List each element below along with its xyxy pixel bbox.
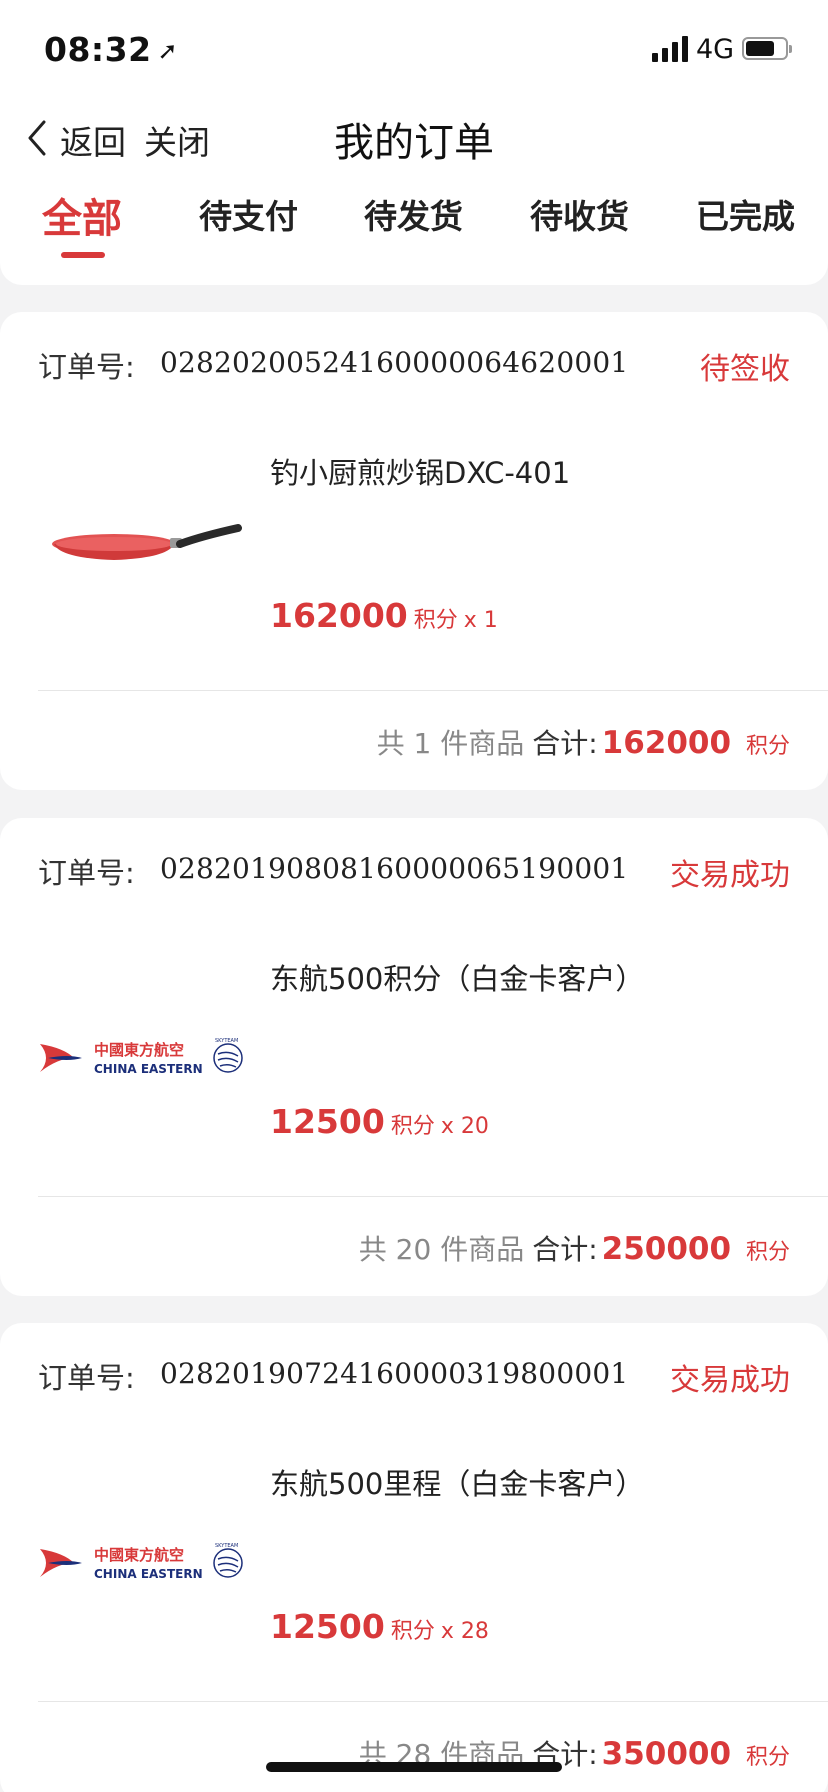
logo-skyteam-text: SKYTEAM bbox=[215, 1543, 238, 1549]
divider bbox=[38, 1701, 828, 1702]
order-summary: 共 1 件商品 合计: 162000 积分 bbox=[377, 722, 790, 762]
tab-pending-receipt[interactable]: 待收货 bbox=[530, 190, 629, 238]
order-status: 交易成功 bbox=[670, 1363, 790, 1398]
divider bbox=[38, 690, 828, 691]
battery-icon bbox=[742, 37, 792, 60]
unit-price: 162000 bbox=[270, 596, 408, 635]
logo-cn-text: 中國東方航空 bbox=[94, 1546, 184, 1564]
product-name[interactable]: 东航500积分（白金卡客户） bbox=[270, 956, 644, 998]
order-number: 02820190808160000065190001 bbox=[160, 852, 629, 885]
item-count: 共 1 件商品 bbox=[376, 727, 525, 760]
unit-price: 12500 bbox=[270, 1607, 385, 1646]
status-bar: 08:32 ➚ 4G bbox=[0, 0, 828, 100]
item-count: 共 20 件商品 bbox=[358, 1233, 525, 1266]
price-unit: 积分 bbox=[413, 608, 458, 633]
order-card[interactable]: 订单号: 02820190808160000065190001 交易成功 中國東… bbox=[0, 818, 828, 1296]
location-arrow-icon: ➚ bbox=[157, 37, 179, 65]
total-unit: 积分 bbox=[745, 1240, 790, 1265]
page-header: 返回 关闭 我的订单 全部 待支付 待发货 待收货 已完成 bbox=[0, 100, 828, 285]
total-amount: 250000 bbox=[601, 1231, 732, 1267]
total-label: 合计: bbox=[532, 1233, 598, 1266]
order-number-label: 订单号: bbox=[38, 856, 135, 890]
signal-icon bbox=[652, 36, 688, 62]
order-number: 02820200524160000064620001 bbox=[160, 346, 629, 379]
total-amount: 350000 bbox=[601, 1736, 732, 1772]
time-text: 08:32 bbox=[44, 30, 152, 69]
logo-en-text: CHINA EASTERN bbox=[94, 1567, 203, 1581]
price-row: 12500 积分 x 28 bbox=[270, 1607, 489, 1646]
home-indicator[interactable] bbox=[266, 1762, 562, 1772]
price-unit: 积分 bbox=[390, 1619, 435, 1644]
price-row: 162000 积分 x 1 bbox=[270, 596, 498, 635]
order-number: 02820190724160000319800001 bbox=[160, 1357, 629, 1390]
order-status: 待签收 bbox=[700, 352, 790, 387]
product-name[interactable]: 钓小厨煎炒锅DXC-401 bbox=[270, 450, 570, 492]
total-unit: 积分 bbox=[745, 734, 790, 759]
logo-skyteam-text: SKYTEAM bbox=[215, 1038, 238, 1044]
order-card[interactable]: 订单号: 02820200524160000064620001 待签收 钓小厨煎… bbox=[0, 312, 828, 790]
page-title: 我的订单 bbox=[334, 120, 494, 166]
price-unit: 积分 bbox=[390, 1114, 435, 1139]
price-row: 12500 积分 x 20 bbox=[270, 1102, 489, 1141]
product-image-frying-pan[interactable] bbox=[52, 514, 242, 574]
order-number-label: 订单号: bbox=[38, 1361, 135, 1395]
order-summary: 共 20 件商品 合计: 250000 积分 bbox=[359, 1228, 790, 1268]
logo-cn-text: 中國東方航空 bbox=[94, 1041, 184, 1059]
order-card[interactable]: 订单号: 02820190724160000319800001 交易成功 中國東… bbox=[0, 1323, 828, 1792]
unit-price: 12500 bbox=[270, 1102, 385, 1141]
china-eastern-logo[interactable]: 中國東方航空 CHINA EASTERN SKYTEAM bbox=[38, 1541, 248, 1583]
tab-completed[interactable]: 已完成 bbox=[696, 190, 795, 238]
network-type: 4G bbox=[696, 34, 735, 65]
order-tabs: 全部 待支付 待发货 待收货 已完成 bbox=[0, 190, 828, 270]
divider bbox=[38, 1196, 828, 1197]
quantity: x 20 bbox=[440, 1114, 489, 1139]
total-label: 合计: bbox=[532, 727, 598, 760]
logo-en-text: CHINA EASTERN bbox=[94, 1062, 203, 1076]
quantity: x 1 bbox=[463, 608, 498, 633]
total-amount: 162000 bbox=[601, 725, 732, 761]
tab-pending-payment[interactable]: 待支付 bbox=[199, 190, 298, 238]
total-unit: 积分 bbox=[745, 1745, 790, 1770]
active-tab-indicator bbox=[61, 252, 105, 258]
status-time: 08:32 ➚ bbox=[44, 30, 178, 69]
tab-all[interactable]: 全部 bbox=[42, 186, 122, 244]
china-eastern-logo[interactable]: 中國東方航空 CHINA EASTERN SKYTEAM bbox=[38, 1036, 248, 1078]
order-number-label: 订单号: bbox=[38, 350, 135, 384]
product-name[interactable]: 东航500里程（白金卡客户） bbox=[270, 1461, 644, 1503]
order-status: 交易成功 bbox=[670, 858, 790, 893]
quantity: x 28 bbox=[440, 1619, 489, 1644]
tab-pending-shipment[interactable]: 待发货 bbox=[364, 190, 463, 238]
